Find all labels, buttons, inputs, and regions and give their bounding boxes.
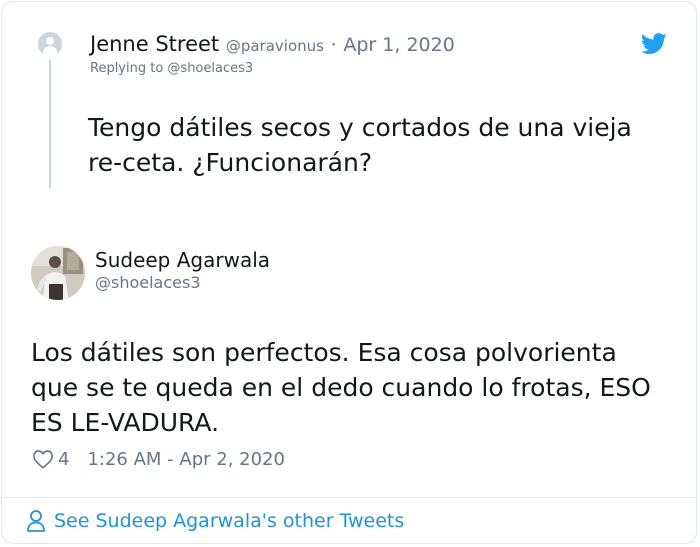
tweet-meta: 4 1:26 AM - Apr 2, 2020	[32, 447, 285, 471]
thread-connector-line	[49, 60, 51, 188]
author-name[interactable]: Sudeep Agarwala	[95, 248, 270, 272]
avatar-photo	[31, 246, 85, 300]
avatar-body	[43, 46, 57, 56]
reply-separator: ·	[330, 34, 337, 56]
twitter-bird-icon[interactable]	[641, 33, 667, 55]
footer-divider	[1, 497, 697, 498]
reply-date[interactable]: Apr 1, 2020	[343, 34, 454, 56]
tweet-timestamp[interactable]: 1:26 AM - Apr 2, 2020	[87, 449, 285, 470]
author-avatar[interactable]	[31, 246, 85, 300]
reply-author-name[interactable]: Jenne Street	[90, 32, 219, 56]
default-avatar-icon[interactable]	[38, 32, 62, 56]
like-count[interactable]: 4	[58, 449, 69, 470]
person-icon	[27, 510, 45, 532]
author-handle[interactable]: @shoelaces3	[95, 273, 201, 292]
reply-author-line: Jenne Street @paravionus · Apr 1, 2020	[90, 32, 455, 56]
tweet-text: Los dátiles son perfectos. Esa cosa polv…	[31, 338, 651, 437]
reply-author-handle[interactable]: @paravionus	[226, 37, 324, 55]
see-other-tweets-label: See Sudeep Agarwala's other Tweets	[54, 510, 405, 532]
replying-to-label[interactable]: Replying to @shoelaces3	[90, 61, 253, 76]
heart-icon[interactable]	[32, 449, 54, 469]
see-other-tweets-link[interactable]: See Sudeep Agarwala's other Tweets	[26, 509, 404, 533]
reply-text: Tengo dátiles secos y cortados de una vi…	[88, 113, 632, 177]
avatar-head	[46, 37, 54, 45]
